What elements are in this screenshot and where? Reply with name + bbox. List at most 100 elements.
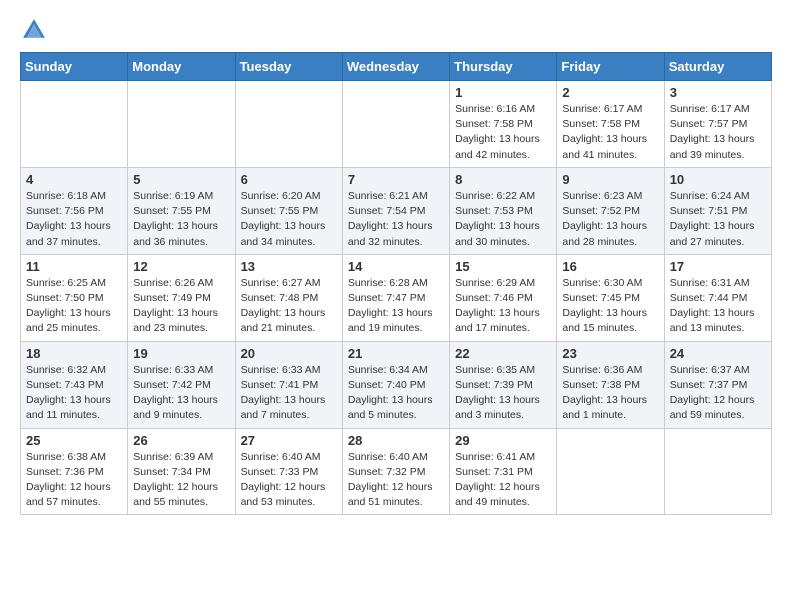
calendar-cell: 7 Sunrise: 6:21 AM Sunset: 7:54 PM Daylig… [342, 167, 449, 254]
day-number: 5 [133, 172, 229, 187]
calendar-cell: 8 Sunrise: 6:22 AM Sunset: 7:53 PM Daylig… [450, 167, 557, 254]
day-number: 7 [348, 172, 444, 187]
calendar-cell: 20 Sunrise: 6:33 AM Sunset: 7:41 PM Dayli… [235, 341, 342, 428]
calendar-cell: 18 Sunrise: 6:32 AM Sunset: 7:43 PM Dayli… [21, 341, 128, 428]
calendar-cell: 19 Sunrise: 6:33 AM Sunset: 7:42 PM Dayli… [128, 341, 235, 428]
calendar-cell: 14 Sunrise: 6:28 AM Sunset: 7:47 PM Dayli… [342, 254, 449, 341]
day-number: 13 [241, 259, 337, 274]
calendar-cell: 13 Sunrise: 6:27 AM Sunset: 7:48 PM Dayli… [235, 254, 342, 341]
day-info: Sunrise: 6:31 AM Sunset: 7:44 PM Dayligh… [670, 276, 766, 337]
day-number: 14 [348, 259, 444, 274]
day-header-monday: Monday [128, 53, 235, 81]
day-number: 12 [133, 259, 229, 274]
logo-icon [20, 16, 48, 44]
calendar-cell: 9 Sunrise: 6:23 AM Sunset: 7:52 PM Daylig… [557, 167, 664, 254]
day-info: Sunrise: 6:34 AM Sunset: 7:40 PM Dayligh… [348, 363, 444, 424]
calendar-cell: 3Sunrise: 6:17 AM Sunset: 7:57 PM Daylig… [664, 81, 771, 168]
day-info: Sunrise: 6:33 AM Sunset: 7:41 PM Dayligh… [241, 363, 337, 424]
day-number: 27 [241, 433, 337, 448]
day-info: Sunrise: 6:24 AM Sunset: 7:51 PM Dayligh… [670, 189, 766, 250]
calendar-cell: 15 Sunrise: 6:29 AM Sunset: 7:46 PM Dayli… [450, 254, 557, 341]
calendar-cell [664, 428, 771, 515]
day-info: Sunrise: 6:22 AM Sunset: 7:53 PM Dayligh… [455, 189, 551, 250]
day-info: Sunrise: 6:39 AM Sunset: 7:34 PM Dayligh… [133, 450, 229, 511]
day-info: Sunrise: 6:27 AM Sunset: 7:48 PM Dayligh… [241, 276, 337, 337]
day-number: 15 [455, 259, 551, 274]
calendar-cell: 11 Sunrise: 6:25 AM Sunset: 7:50 PM Dayli… [21, 254, 128, 341]
calendar-cell: 17 Sunrise: 6:31 AM Sunset: 7:44 PM Dayli… [664, 254, 771, 341]
day-number: 29 [455, 433, 551, 448]
day-info: Sunrise: 6:40 AM Sunset: 7:33 PM Dayligh… [241, 450, 337, 511]
day-header-tuesday: Tuesday [235, 53, 342, 81]
day-number: 26 [133, 433, 229, 448]
day-number: 22 [455, 346, 551, 361]
day-header-thursday: Thursday [450, 53, 557, 81]
day-info: Sunrise: 6:19 AM Sunset: 7:55 PM Dayligh… [133, 189, 229, 250]
day-number: 9 [562, 172, 658, 187]
calendar-cell [21, 81, 128, 168]
calendar-cell: 22 Sunrise: 6:35 AM Sunset: 7:39 PM Dayli… [450, 341, 557, 428]
day-info: Sunrise: 6:38 AM Sunset: 7:36 PM Dayligh… [26, 450, 122, 511]
day-number: 17 [670, 259, 766, 274]
day-info: Sunrise: 6:25 AM Sunset: 7:50 PM Dayligh… [26, 276, 122, 337]
calendar-week-row: 11 Sunrise: 6:25 AM Sunset: 7:50 PM Dayli… [21, 254, 772, 341]
calendar-cell: 4 Sunrise: 6:18 AM Sunset: 7:56 PM Daylig… [21, 167, 128, 254]
day-info: Sunrise: 6:26 AM Sunset: 7:49 PM Dayligh… [133, 276, 229, 337]
calendar-cell: 23 Sunrise: 6:36 AM Sunset: 7:38 PM Dayli… [557, 341, 664, 428]
day-header-wednesday: Wednesday [342, 53, 449, 81]
day-info: Sunrise: 6:37 AM Sunset: 7:37 PM Dayligh… [670, 363, 766, 424]
day-info: Sunrise: 6:33 AM Sunset: 7:42 PM Dayligh… [133, 363, 229, 424]
calendar-cell: 24 Sunrise: 6:37 AM Sunset: 7:37 PM Dayli… [664, 341, 771, 428]
day-info: Sunrise: 6:36 AM Sunset: 7:38 PM Dayligh… [562, 363, 658, 424]
calendar-cell [235, 81, 342, 168]
calendar-cell: 21 Sunrise: 6:34 AM Sunset: 7:40 PM Dayli… [342, 341, 449, 428]
day-info: Sunrise: 6:18 AM Sunset: 7:56 PM Dayligh… [26, 189, 122, 250]
calendar-cell: 5 Sunrise: 6:19 AM Sunset: 7:55 PM Daylig… [128, 167, 235, 254]
calendar-cell: 16 Sunrise: 6:30 AM Sunset: 7:45 PM Dayli… [557, 254, 664, 341]
day-info: Sunrise: 6:17 AM Sunset: 7:57 PM Dayligh… [670, 102, 766, 163]
calendar-cell: 25 Sunrise: 6:38 AM Sunset: 7:36 PM Dayli… [21, 428, 128, 515]
calendar-week-row: 25 Sunrise: 6:38 AM Sunset: 7:36 PM Dayli… [21, 428, 772, 515]
day-number: 19 [133, 346, 229, 361]
day-number: 2 [562, 85, 658, 100]
day-info: Sunrise: 6:21 AM Sunset: 7:54 PM Dayligh… [348, 189, 444, 250]
day-number: 16 [562, 259, 658, 274]
day-number: 24 [670, 346, 766, 361]
day-info: Sunrise: 6:29 AM Sunset: 7:46 PM Dayligh… [455, 276, 551, 337]
day-number: 21 [348, 346, 444, 361]
day-info: Sunrise: 6:35 AM Sunset: 7:39 PM Dayligh… [455, 363, 551, 424]
day-number: 1 [455, 85, 551, 100]
day-number: 18 [26, 346, 122, 361]
day-info: Sunrise: 6:40 AM Sunset: 7:32 PM Dayligh… [348, 450, 444, 511]
day-number: 20 [241, 346, 337, 361]
day-info: Sunrise: 6:32 AM Sunset: 7:43 PM Dayligh… [26, 363, 122, 424]
logo [20, 16, 52, 44]
day-number: 10 [670, 172, 766, 187]
day-info: Sunrise: 6:23 AM Sunset: 7:52 PM Dayligh… [562, 189, 658, 250]
day-header-sunday: Sunday [21, 53, 128, 81]
day-info: Sunrise: 6:20 AM Sunset: 7:55 PM Dayligh… [241, 189, 337, 250]
day-number: 4 [26, 172, 122, 187]
calendar-cell: 12 Sunrise: 6:26 AM Sunset: 7:49 PM Dayli… [128, 254, 235, 341]
calendar-cell [342, 81, 449, 168]
day-info: Sunrise: 6:17 AM Sunset: 7:58 PM Dayligh… [562, 102, 658, 163]
calendar-header-row: SundayMondayTuesdayWednesdayThursdayFrid… [21, 53, 772, 81]
day-header-saturday: Saturday [664, 53, 771, 81]
day-info: Sunrise: 6:30 AM Sunset: 7:45 PM Dayligh… [562, 276, 658, 337]
calendar-cell: 2 Sunrise: 6:17 AM Sunset: 7:58 PM Daylig… [557, 81, 664, 168]
calendar-cell: 28 Sunrise: 6:40 AM Sunset: 7:32 PM Dayli… [342, 428, 449, 515]
calendar-cell: 27 Sunrise: 6:40 AM Sunset: 7:33 PM Dayli… [235, 428, 342, 515]
day-number: 23 [562, 346, 658, 361]
day-info: Sunrise: 6:41 AM Sunset: 7:31 PM Dayligh… [455, 450, 551, 511]
day-info: Sunrise: 6:16 AM Sunset: 7:58 PM Dayligh… [455, 102, 551, 163]
day-info: Sunrise: 6:28 AM Sunset: 7:47 PM Dayligh… [348, 276, 444, 337]
calendar-cell: 10 Sunrise: 6:24 AM Sunset: 7:51 PM Dayli… [664, 167, 771, 254]
day-number: 6 [241, 172, 337, 187]
day-number: 28 [348, 433, 444, 448]
day-number: 11 [26, 259, 122, 274]
calendar-cell: 1 Sunrise: 6:16 AM Sunset: 7:58 PM Daylig… [450, 81, 557, 168]
day-number: 25 [26, 433, 122, 448]
day-number: 8 [455, 172, 551, 187]
calendar-week-row: 1 Sunrise: 6:16 AM Sunset: 7:58 PM Daylig… [21, 81, 772, 168]
calendar-cell [557, 428, 664, 515]
